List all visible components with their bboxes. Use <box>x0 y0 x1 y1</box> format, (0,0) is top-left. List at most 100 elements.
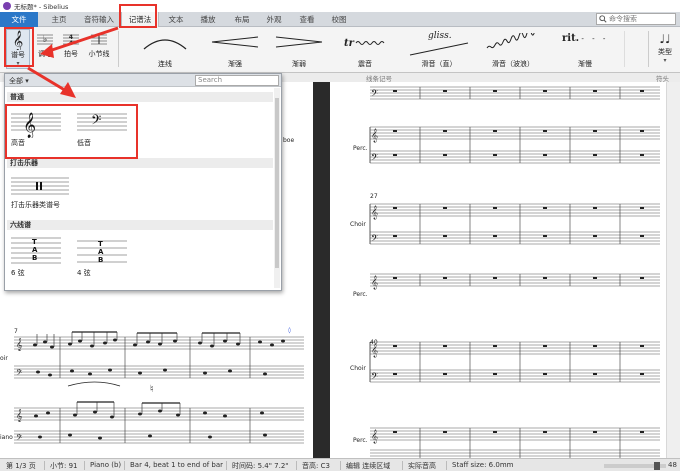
status-staff-size: Staff size: 6.0mm <box>452 461 514 469</box>
sibelius-window: 无标题* - Sibelius 文件 主页 音符输入 记谱法 文本 播放 布局 … <box>0 0 680 471</box>
search-icon <box>599 15 607 23</box>
status-bars: 小节: 91 <box>50 462 78 470</box>
section-percussion: 打击乐器 <box>7 158 273 168</box>
section-common: 普通 <box>7 92 273 102</box>
line-gliss-wavy-label: 滑音（波浪） <box>492 60 534 68</box>
rit-icon: rit. - - - <box>562 33 609 44</box>
key-signature-icon: ♭ <box>37 34 53 45</box>
window-title: 无标题* - Sibelius <box>14 3 69 11</box>
clef-filter-label: 全部 <box>9 77 23 85</box>
svg-text:𝄢: 𝄢 <box>16 369 23 380</box>
crescendo-icon <box>211 36 259 48</box>
rit-text: rit. <box>562 33 580 44</box>
tab-note-input[interactable]: 音符输入 <box>78 12 120 27</box>
sibelius-logo-icon <box>3 2 11 10</box>
tab-text[interactable]: 文本 <box>160 12 192 27</box>
measure-number-40: 40 <box>370 339 378 346</box>
tab-layout[interactable]: 布局 <box>226 12 258 27</box>
line-trill-label: 震音 <box>358 60 372 68</box>
svg-text:♮: ♮ <box>150 384 154 395</box>
ribbon-separator <box>118 31 119 67</box>
note-stems <box>36 331 241 417</box>
line-rit-label: 渐慢 <box>578 60 592 68</box>
clef-tab-6-string[interactable]: TAB 6 弦 <box>9 232 69 282</box>
tab-play[interactable]: 播放 <box>192 12 224 27</box>
tab-review[interactable]: 校图 <box>324 12 354 27</box>
tab-view[interactable]: 查看 <box>290 12 324 27</box>
scrollbar-thumb[interactable] <box>275 98 279 268</box>
line-diminuendo[interactable]: 渐弱 <box>272 33 326 69</box>
svg-text:T: T <box>98 240 103 248</box>
ribbon-panel: 𝄞 谱号 ▾ ♭ 调号 4 4 拍号 小节线 连线 渐强 渐弱 tr 震音 gl… <box>0 27 680 73</box>
left-instrument-oboe: boe <box>283 137 294 144</box>
clef-filter-dropdown[interactable]: 全部 ▾ <box>9 76 29 86</box>
line-gliss-wavy[interactable]: 滑音（波浪） <box>478 33 548 69</box>
line-trill[interactable]: tr 震音 <box>340 33 390 69</box>
status-edit-mode: 编辑 连续区域 <box>346 462 391 470</box>
line-slur[interactable]: 连线 <box>140 33 190 69</box>
tab-appearance[interactable]: 外观 <box>258 12 290 27</box>
diminuendo-icon <box>275 36 323 48</box>
key-signature-button[interactable]: ♭ 调号 <box>34 29 56 69</box>
gallery-scroller[interactable] <box>624 31 625 67</box>
trill-icon: tr <box>344 38 385 49</box>
svg-text:B: B <box>98 256 103 264</box>
instrument-perc-2: Perc. <box>353 291 368 298</box>
svg-text:♭: ♭ <box>43 35 47 45</box>
tab-6-string-icon: TAB <box>11 237 61 264</box>
status-instrument: Piano (b) <box>90 461 122 469</box>
left-instrument-choir: oir <box>0 355 8 362</box>
svg-text:𝄞: 𝄞 <box>371 205 378 219</box>
svg-text:𝄞: 𝄞 <box>371 128 378 142</box>
svg-text:T: T <box>32 238 37 246</box>
right-page-staves: 𝄢 𝄞 𝄢 𝄞 𝄢 𝄞 𝄞 𝄢 𝄞 <box>369 86 661 463</box>
svg-text:𝄞: 𝄞 <box>16 409 23 422</box>
svg-text:◊: ◊ <box>288 327 291 334</box>
highlight-notations-tab <box>119 4 157 28</box>
status-zoom: 48 <box>668 461 677 469</box>
tab-file[interactable]: 文件 <box>0 12 38 27</box>
line-crescendo[interactable]: 渐强 <box>208 33 262 69</box>
status-concert-pitch: 实际音高 <box>408 462 436 470</box>
highlight-clef-button <box>4 27 34 67</box>
svg-text:4: 4 <box>69 40 73 47</box>
clef-percussion-label: 打击乐器类谱号 <box>11 201 60 209</box>
section-tab: 六线谱 <box>7 220 273 230</box>
ribbon-tabs: 文件 主页 音符输入 记谱法 文本 播放 布局 外观 查看 校图 命令搜索 <box>0 12 680 27</box>
svg-text:𝄢: 𝄢 <box>371 152 378 165</box>
line-slur-label: 连线 <box>158 60 172 68</box>
instrument-choir-2: Choir <box>350 365 366 372</box>
svg-text:𝄢: 𝄢 <box>371 88 378 101</box>
clef-tab-4-string[interactable]: TAB 4 弦 <box>75 232 135 282</box>
clef-percussion[interactable]: 打击乐器类谱号 <box>9 170 79 216</box>
svg-text:A: A <box>98 248 104 256</box>
line-rit[interactable]: rit. - - - 渐慢 <box>558 33 612 69</box>
barline-button[interactable]: 小节线 <box>86 29 112 69</box>
svg-text:A: A <box>32 246 38 254</box>
status-timecode: 时间码: 5.4" 7.2" <box>232 462 289 470</box>
highlight-common-clefs <box>5 104 138 159</box>
vertical-scrollbar[interactable] <box>666 82 680 458</box>
noteheads-type-button[interactable]: ♩♩ 类型 ▾ <box>652 31 678 64</box>
clef-tab-4-label: 4 弦 <box>77 269 91 277</box>
svg-text:𝄞: 𝄞 <box>371 275 378 289</box>
title-bar: 无标题* - Sibelius <box>0 0 680 12</box>
notes-cluster <box>33 338 285 440</box>
instrument-choir-1: Choir <box>350 221 366 228</box>
svg-text:𝄞: 𝄞 <box>16 338 23 351</box>
line-crescendo-label: 渐强 <box>228 60 242 68</box>
clef-gallery-header: 全部 ▾ Search <box>5 74 281 87</box>
zoom-slider-thumb[interactable] <box>654 462 660 470</box>
command-search-input[interactable]: 命令搜索 <box>596 13 676 25</box>
svg-text:tr: tr <box>344 38 355 49</box>
time-signature-button[interactable]: 4 4 拍号 <box>60 29 82 69</box>
tab-home[interactable]: 主页 <box>40 12 78 27</box>
line-gliss-straight[interactable]: gliss. 滑音（直） <box>404 31 474 69</box>
svg-text:𝄢: 𝄢 <box>371 371 378 384</box>
tab-4-string-icon: TAB <box>77 240 127 264</box>
clef-search-input[interactable]: Search <box>195 75 279 86</box>
clef-gallery-scrollbar[interactable] <box>274 88 280 288</box>
clef-tab-6-label: 6 弦 <box>11 269 25 277</box>
svg-text:𝄢: 𝄢 <box>371 233 378 246</box>
status-selection: Bar 4, beat 1 to end of bar <box>130 461 224 469</box>
